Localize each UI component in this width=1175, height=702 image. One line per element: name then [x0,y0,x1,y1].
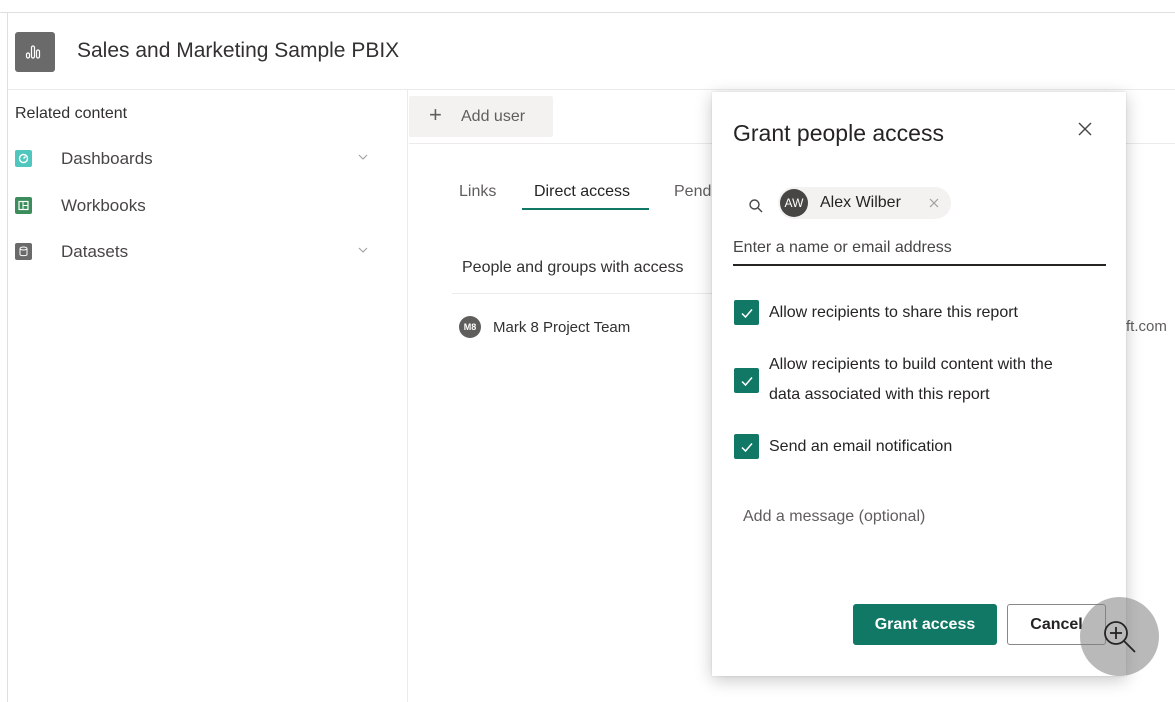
checkmark-icon [740,308,753,318]
dashboard-icon [15,150,32,167]
report-header: Sales and Marketing Sample PBIX [8,13,1175,90]
build-content-label-line2: data associated with this report [769,386,990,403]
chevron-down-icon[interactable] [356,150,370,164]
close-icon[interactable] [1076,120,1094,138]
grant-access-dialog: Grant people access AW Alex Wilber Allow… [712,92,1126,676]
share-report-checkbox[interactable] [734,300,759,325]
page-title: Sales and Marketing Sample PBIX [77,39,400,62]
email-notification-checkbox[interactable] [734,434,759,459]
add-user-label: Add user [461,108,526,125]
access-list-heading: People and groups with access [462,259,684,276]
access-list-divider [452,293,752,294]
list-item[interactable]: M8 Mark 8 Project Team [452,299,652,351]
add-user-button[interactable]: + Add user [409,96,553,137]
name-email-input[interactable] [733,232,1106,266]
report-icon [15,32,55,72]
build-content-checkbox[interactable] [734,368,759,393]
sidebar-item-workbooks[interactable]: Workbooks [8,187,408,227]
sidebar-item-label: Dashboards [61,149,153,168]
checkmark-icon [740,376,753,386]
grant-access-button[interactable]: Grant access [853,604,997,645]
related-content-sidebar: Related content Dashboards Workbooks Dat… [8,90,408,702]
search-icon [749,199,763,213]
sidebar-item-label: Datasets [61,242,129,261]
zoom-in-icon[interactable] [1080,597,1159,676]
tab-direct-access[interactable]: Direct access [534,183,630,201]
avatar: AW [780,189,808,217]
tab-links[interactable]: Links [459,183,496,201]
sidebar-heading: Related content [15,105,128,122]
dataset-icon [15,243,32,260]
sidebar-item-datasets[interactable]: Datasets [8,233,408,273]
share-report-label: Allow recipients to share this report [769,304,1018,321]
remove-recipient-icon[interactable] [928,197,940,209]
sidebar-item-label: Workbooks [61,196,146,215]
email-text: ft.com [1126,318,1167,335]
tab-pending[interactable]: Pend [674,183,711,201]
email-notification-label: Send an email notification [769,438,953,455]
checkmark-icon [740,442,753,452]
active-tab-indicator [522,208,649,210]
dialog-title: Grant people access [733,120,944,146]
sidebar-item-dashboards[interactable]: Dashboards [8,140,408,180]
plus-icon: + [429,102,442,127]
recipient-chip: AW Alex Wilber [778,187,951,219]
person-name: Mark 8 Project Team [493,319,631,336]
chevron-down-icon[interactable] [356,243,370,257]
avatar: M8 [459,316,481,338]
message-input[interactable] [733,500,1106,534]
recipient-name: Alex Wilber [820,194,901,211]
excel-workbook-icon [15,197,32,214]
build-content-label-line1: Allow recipients to build content with t… [769,356,1053,373]
